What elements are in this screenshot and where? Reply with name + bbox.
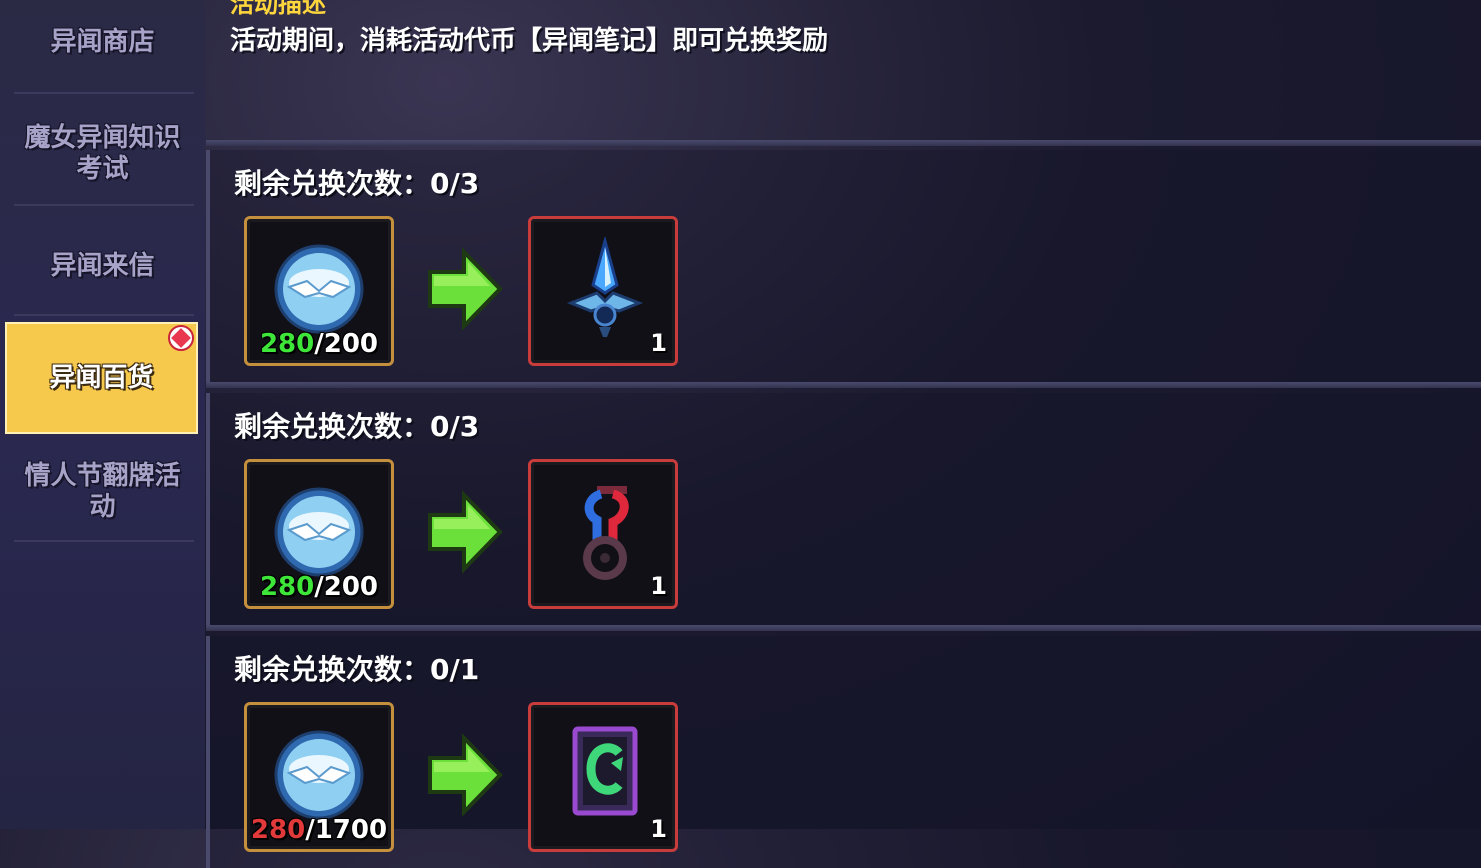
required-amount: /1700 — [305, 815, 388, 845]
required-amount: /200 — [314, 572, 379, 602]
remaining-count: 剩余兑换次数：0/1 — [234, 653, 480, 686]
section-divider — [206, 382, 1481, 388]
sidebar-divider — [14, 204, 194, 206]
section-divider — [206, 625, 1481, 631]
sidebar-divider — [14, 314, 194, 316]
coin-token-icon — [274, 730, 364, 820]
cost-amount: 280/200 — [247, 329, 391, 359]
exchange-row: 剩余兑换次数：0/3 280/200 1 — [206, 150, 1481, 382]
reward-slot[interactable]: 1 — [528, 702, 678, 852]
remaining-count: 剩余兑换次数：0/3 — [234, 167, 480, 200]
reward-slot[interactable]: 1 — [528, 216, 678, 366]
cost-slot[interactable]: 280/1700 — [244, 702, 394, 852]
sidebar-item-quiz[interactable]: 魔女异闻知识 考试 — [10, 118, 195, 190]
cost-amount: 280/200 — [247, 572, 391, 602]
sidebar-item-letters[interactable]: 异闻来信 — [10, 242, 195, 290]
exchange-main: 活动描述 活动期间，消耗活动代币【异闻笔记】即可兑换奖励 剩余兑换次数：0/3 … — [206, 0, 1481, 868]
owned-amount: 280 — [259, 572, 315, 602]
cost-slot[interactable]: 280/200 — [244, 216, 394, 366]
sidebar-item-label: 情人节翻牌活 动 — [24, 461, 181, 522]
reward-quantity: 1 — [650, 815, 667, 843]
owned-amount: 280 — [259, 329, 315, 359]
sidebar-item-label: 异闻来信 — [50, 250, 155, 281]
sidebar-item-label: 魔女异闻知识 考试 — [24, 123, 181, 184]
sidebar-item-label: 异闻商店 — [50, 26, 155, 57]
sidebar-divider — [14, 92, 194, 94]
required-amount: /200 — [314, 329, 379, 359]
notification-badge-icon — [168, 325, 194, 351]
coin-token-icon — [274, 487, 364, 577]
owned-amount: 280 — [250, 815, 306, 845]
sidebar-item-shop[interactable]: 异闻商店 — [10, 18, 195, 66]
arrow-right-icon — [428, 733, 503, 817]
remaining-count: 剩余兑换次数：0/3 — [234, 410, 480, 443]
sidebar-item-valentine[interactable]: 情人节翻牌活 动 — [10, 456, 195, 528]
coin-token-icon — [274, 244, 364, 334]
reward-quantity: 1 — [650, 572, 667, 600]
unicycle-icon — [583, 486, 629, 580]
sidebar-item-label: 异闻百货 — [49, 362, 154, 393]
cost-slot[interactable]: 280/200 — [244, 459, 394, 609]
sidebar-divider — [14, 540, 194, 542]
category-sidebar: 异闻商店 魔女异闻知识 考试 异闻来信 异闻百货 情人节翻牌活 动 — [0, 0, 205, 829]
section-divider — [206, 140, 1481, 146]
green-c-card-icon — [572, 726, 638, 816]
exchange-row: 剩余兑换次数：0/1 280/1700 1 — [206, 636, 1481, 868]
cost-amount: 280/1700 — [247, 815, 391, 845]
arrow-right-icon — [428, 247, 503, 331]
description-text: 活动期间，消耗活动代币【异闻笔记】即可兑换奖励 — [230, 26, 829, 56]
reward-quantity: 1 — [650, 329, 667, 357]
arrow-right-icon — [428, 490, 503, 574]
description-title: 活动描述 — [230, 0, 326, 18]
crystal-dagger-icon — [566, 237, 644, 337]
exchange-row: 剩余兑换次数：0/3 280/200 1 — [206, 393, 1481, 625]
reward-slot[interactable]: 1 — [528, 459, 678, 609]
